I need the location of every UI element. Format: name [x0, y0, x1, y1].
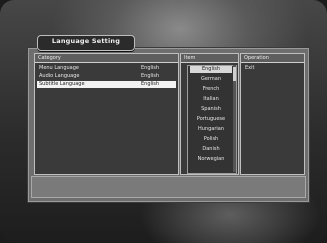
language-item-spanish[interactable]: Spanish — [190, 106, 232, 113]
dialog-title: Language Setting — [51, 37, 121, 45]
language-scrollbar[interactable] — [233, 65, 236, 172]
language-item-french[interactable]: French — [190, 86, 232, 93]
language-item-danish[interactable]: Danish — [190, 146, 232, 153]
language-item-german[interactable]: German — [190, 76, 232, 83]
category-value: English — [141, 65, 160, 71]
item-panel: Item English German French Italian Spani… — [180, 53, 239, 175]
language-item-polish[interactable]: Polish — [190, 136, 232, 143]
category-value: English — [141, 73, 160, 79]
dialog-title-tab: Language Setting — [37, 35, 135, 51]
category-value: English — [141, 81, 160, 87]
help-bar — [31, 176, 306, 198]
operation-header: Operation — [241, 54, 304, 63]
category-row-audio-language[interactable]: Audio Language English — [37, 73, 176, 80]
category-panel: Category Menu Language English Audio Lan… — [34, 53, 179, 175]
category-label: Subtitle Language — [39, 81, 85, 87]
language-item-norwegian[interactable]: Norwegian — [190, 156, 232, 163]
category-label: Audio Language — [39, 73, 80, 79]
category-row-menu-language[interactable]: Menu Language English — [37, 65, 176, 72]
language-item-hungarian[interactable]: Hungarian — [190, 126, 232, 133]
language-item-italian[interactable]: Italian — [190, 96, 232, 103]
category-row-subtitle-language[interactable]: Subtitle Language English — [37, 81, 176, 88]
language-item-portuguese[interactable]: Portuguese — [190, 116, 232, 123]
category-label: Menu Language — [39, 65, 79, 71]
category-header: Category — [35, 54, 178, 63]
language-item-english[interactable]: English — [190, 66, 232, 73]
operation-exit[interactable]: Exit — [243, 65, 302, 72]
item-header: Item — [181, 54, 238, 63]
scrollbar-thumb[interactable] — [233, 67, 236, 81]
operation-panel: Operation Exit — [240, 53, 305, 175]
